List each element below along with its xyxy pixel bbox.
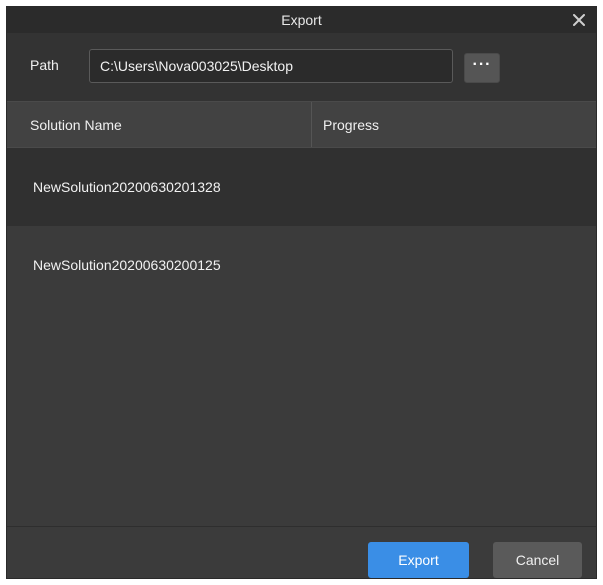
path-row: Path ··· <box>7 33 596 101</box>
ellipsis-icon: ··· <box>472 56 492 73</box>
export-dialog: Export Path ··· Solution Name Progress N… <box>6 6 597 579</box>
column-header-progress[interactable]: Progress <box>313 102 379 147</box>
path-input[interactable] <box>89 49 453 83</box>
browse-button[interactable]: ··· <box>464 53 500 83</box>
solution-name: NewSolution20200630200125 <box>33 257 221 273</box>
dialog-footer: Export Cancel <box>7 526 596 578</box>
table-row[interactable]: NewSolution20200630201328 <box>7 148 596 226</box>
solution-name: NewSolution20200630201328 <box>33 179 221 195</box>
table-row[interactable]: NewSolution20200630200125 <box>7 226 596 304</box>
column-header-solution-name[interactable]: Solution Name <box>7 102 312 147</box>
close-icon <box>573 14 585 26</box>
solution-list: NewSolution20200630201328 NewSolution202… <box>7 148 596 528</box>
table-header: Solution Name Progress <box>7 101 596 148</box>
dialog-title: Export <box>281 12 322 28</box>
close-button[interactable] <box>570 11 588 29</box>
title-bar: Export <box>7 7 596 33</box>
export-button[interactable]: Export <box>368 542 469 578</box>
path-label: Path <box>30 57 59 73</box>
cancel-button[interactable]: Cancel <box>493 542 582 578</box>
